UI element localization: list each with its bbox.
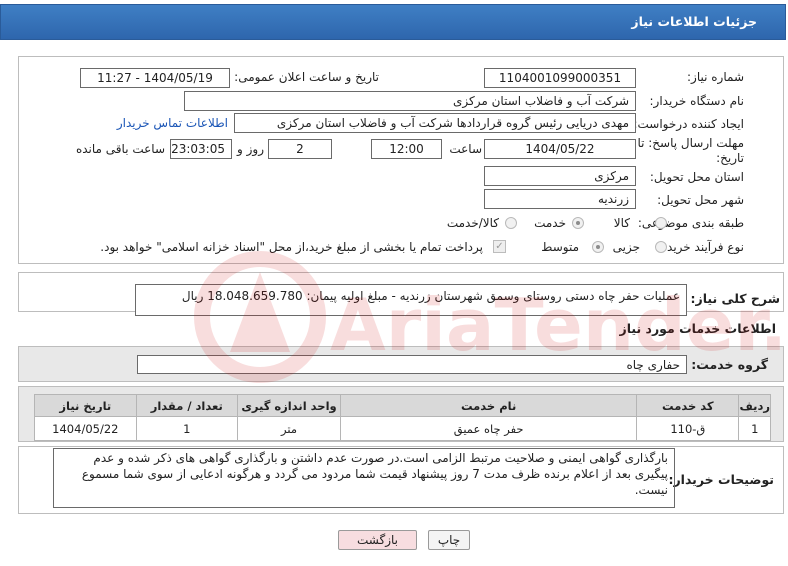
buyer-org-label: نام دستگاه خریدار: <box>649 94 745 108</box>
col-need-date: تاریخ نیاز <box>34 394 137 417</box>
process-label: نوع فرآیند خرید : <box>659 240 744 254</box>
description-label: شرح کلی نیاز: <box>690 291 780 306</box>
contact-info-link[interactable]: اطلاعات تماس خریدار <box>117 116 228 130</box>
need-number-field: 1104001099000351 <box>484 68 636 88</box>
city-field: زرندیه <box>484 189 636 209</box>
payment-checkbox[interactable]: ✓ <box>493 240 506 253</box>
col-quantity: تعداد / مقدار <box>135 394 238 417</box>
buyer-notes-field: بارگذاری گواهی ایمنی و صلاحیت مرتبط الزا… <box>53 448 675 508</box>
buyer-notes-label: توضیحات خریدار: <box>668 472 774 487</box>
announce-label: تاریخ و ساعت اعلان عمومی: <box>234 70 379 84</box>
province-field: مرکزی <box>484 166 636 186</box>
deadline-time-field: 12:00 <box>371 139 442 159</box>
cell-need-date: 1404/05/22 <box>34 416 137 441</box>
services-table: ردیف کد خدمت نام خدمت واحد اندازه گیری ت… <box>34 394 771 441</box>
service-group-label: گروه خدمت: <box>691 357 768 372</box>
category-radio-goods-service[interactable] <box>505 217 517 229</box>
category-label: طبقه بندی موضوعی: <box>637 216 744 230</box>
category-option-goods-service: کالا/خدمت <box>446 216 499 230</box>
cell-quantity: 1 <box>135 416 238 441</box>
deadline-label: مهلت ارسال پاسخ: تا <box>637 136 744 150</box>
col-unit: واحد اندازه گیری <box>236 394 342 417</box>
cell-row: 1 <box>738 416 771 441</box>
cell-service-name: حفر چاه عمیق <box>340 416 638 441</box>
need-number-label: شماره نیاز: <box>687 70 744 84</box>
category-option-service: خدمت <box>534 216 566 230</box>
remaining-time-field: 23:03:05 <box>170 139 232 159</box>
city-label: شهر محل تحویل: <box>657 193 744 207</box>
category-radio-service[interactable] <box>572 217 584 229</box>
creator-label: ایجاد کننده درخواست: <box>633 117 744 131</box>
category-option-goods: کالا <box>613 216 630 230</box>
days-field: 2 <box>268 139 332 159</box>
description-field: عملیات حفر چاه دستی روستای وسمق شهرستان … <box>135 284 687 316</box>
table-row: 1 ق-110 حفر چاه عمیق متر 1 1404/05/22 <box>34 416 771 441</box>
cell-service-code: ق-110 <box>636 416 740 441</box>
province-label: استان محل تحویل: <box>649 170 744 184</box>
back-button[interactable]: بازگشت <box>338 530 417 550</box>
services-section-title: اطلاعات خدمات مورد نیاز <box>619 321 777 336</box>
col-row: ردیف <box>738 394 771 417</box>
process-option-minor: جزیی <box>612 240 640 254</box>
process-radio-medium[interactable] <box>592 241 604 253</box>
payment-note: پرداخت تمام یا بخشی از مبلغ خرید،از محل … <box>100 240 483 254</box>
process-radio-minor[interactable] <box>655 241 667 253</box>
cell-unit: متر <box>236 416 342 441</box>
deadline-date-field: 1404/05/22 <box>484 139 636 159</box>
remaining-label: ساعت باقی مانده <box>75 142 165 156</box>
print-button[interactable]: چاپ <box>428 530 470 550</box>
deadline-date-label: تاریخ: <box>716 151 744 165</box>
days-label: روز و <box>237 142 264 156</box>
page-header: جزئیات اطلاعات نیاز <box>0 4 786 40</box>
page-title: جزئیات اطلاعات نیاز <box>631 14 757 29</box>
col-service-code: کد خدمت <box>636 394 740 417</box>
category-radio-goods[interactable] <box>655 217 667 229</box>
buyer-org-field: شرکت آب و فاضلاب استان مرکزی <box>184 91 636 111</box>
creator-field: مهدی دریایی رئیس گروه قراردادها شرکت آب … <box>234 113 636 133</box>
col-service-name: نام خدمت <box>340 394 638 417</box>
process-option-medium: متوسط <box>541 240 579 254</box>
announce-field: 1404/05/19 - 11:27 <box>80 68 230 88</box>
service-group-field: حفاری چاه <box>137 355 687 374</box>
deadline-time-label: ساعت <box>449 142 482 156</box>
